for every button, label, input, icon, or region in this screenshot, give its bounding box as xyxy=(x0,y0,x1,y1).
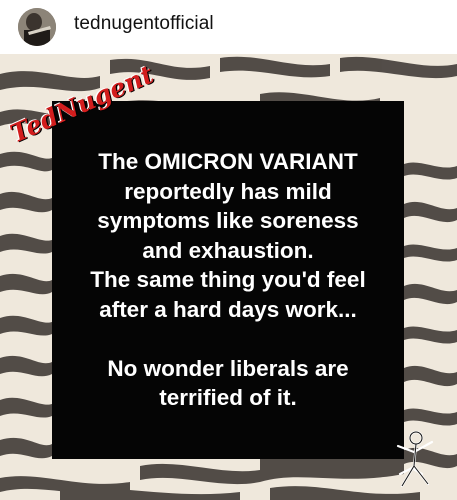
quote-line: and exhaustion. xyxy=(142,237,314,263)
username-link[interactable]: tednugentofficial xyxy=(74,13,214,35)
tednugent-logo: TedNugent xyxy=(6,60,158,149)
avatar[interactable] xyxy=(18,8,56,46)
quote-spacer xyxy=(52,324,404,354)
quote-line: after a hard days work... xyxy=(99,296,357,322)
quote-line: The same thing you'd feel xyxy=(90,267,366,292)
quote-line: The OMICRON VARIANT xyxy=(98,149,358,174)
quote-text: The OMICRON VARIANT reportedly has mild … xyxy=(52,147,404,413)
quote-line: symptoms like soreness xyxy=(97,208,359,233)
stick-figure-doodle-icon xyxy=(396,430,434,488)
post-header: tednugentofficial xyxy=(0,0,457,54)
quote-line: terrified of it. xyxy=(159,385,297,410)
post-image: TedNugent The OMICRON VARIANT reportedly… xyxy=(0,54,457,500)
quote-line: No wonder liberals are xyxy=(107,355,349,381)
quote-line: reportedly has mild xyxy=(124,178,332,204)
